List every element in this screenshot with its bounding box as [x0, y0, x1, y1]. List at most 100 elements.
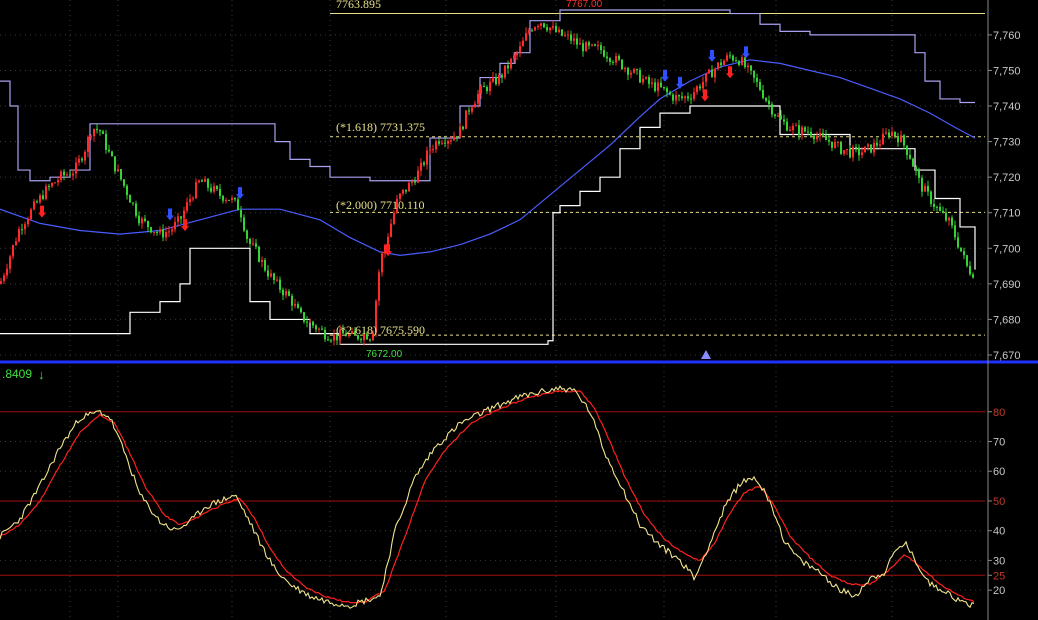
- candle-body: [945, 212, 947, 221]
- candle-body: [45, 186, 47, 200]
- candle-body: [858, 147, 860, 156]
- candle-body: [327, 339, 329, 341]
- candle-body: [771, 104, 773, 115]
- stoch-tick-label: 50: [993, 496, 1005, 508]
- candle-body: [96, 128, 98, 131]
- candle-body: [63, 171, 65, 176]
- candle-body: [147, 220, 149, 228]
- candle-body: [861, 152, 863, 156]
- price-tick-label: 7,720: [993, 172, 1021, 184]
- price-tick-label: 7,680: [993, 314, 1021, 326]
- candle-body: [957, 237, 959, 248]
- candle-body: [600, 45, 602, 51]
- candle-body: [942, 210, 944, 213]
- price-tick-label: 7,760: [993, 30, 1021, 42]
- candle-body: [78, 158, 80, 163]
- candle-body: [933, 203, 935, 207]
- candle-body: [303, 312, 305, 322]
- candle-body: [810, 131, 812, 136]
- candle-body: [387, 236, 389, 246]
- candle-body: [450, 140, 452, 142]
- candle-body: [870, 144, 872, 153]
- candle-body: [177, 216, 179, 222]
- candle-body: [81, 158, 83, 161]
- candle-body: [72, 173, 74, 176]
- candle-body: [48, 186, 50, 188]
- candle-body: [141, 218, 143, 224]
- candle-body: [447, 140, 449, 144]
- candle-body: [57, 180, 59, 183]
- candle-body: [204, 179, 206, 182]
- candle-body: [729, 55, 731, 57]
- candle-body: [546, 27, 548, 31]
- candle-body: [6, 268, 8, 276]
- candle-body: [672, 94, 674, 101]
- candle-body: [201, 180, 203, 182]
- candle-body: [33, 201, 35, 210]
- candle-body: [741, 57, 743, 65]
- candle-body: [414, 181, 416, 183]
- candle-body: [498, 74, 500, 85]
- candle-body: [789, 130, 791, 132]
- candle-body: [495, 77, 497, 85]
- candle-body: [663, 86, 665, 89]
- candle-body: [291, 295, 293, 306]
- candle-body: [555, 26, 557, 33]
- candle-body: [435, 141, 437, 150]
- candle-body: [579, 43, 581, 45]
- candle-body: [759, 81, 761, 90]
- candle-body: [648, 77, 650, 84]
- candle-body: [174, 221, 176, 230]
- candle-body: [474, 103, 476, 108]
- stoch-tick-label: 40: [993, 526, 1005, 538]
- candle-body: [885, 132, 887, 134]
- candle-body: [93, 128, 95, 137]
- candle-body: [480, 85, 482, 94]
- fib-label-2618: (*2.618) 7675.590: [336, 323, 425, 337]
- candle-body: [819, 133, 821, 137]
- candle-body: [852, 146, 854, 158]
- candle-body: [330, 340, 332, 342]
- candle-body: [69, 174, 71, 176]
- candle-body: [426, 150, 428, 165]
- candle-body: [552, 26, 554, 28]
- price-tick-label: 7,740: [993, 101, 1021, 113]
- candle-body: [855, 146, 857, 148]
- candle-body: [237, 199, 239, 211]
- price-tick-label: 7,710: [993, 208, 1021, 220]
- fib-label-2000: (*2.000) 7710.110: [336, 198, 425, 212]
- candle-body: [786, 121, 788, 131]
- candle-body: [720, 62, 722, 66]
- candle-body: [309, 321, 311, 323]
- candle-body: [276, 279, 278, 281]
- candle-body: [645, 77, 647, 79]
- candle-body: [651, 82, 653, 84]
- candle-body: [750, 65, 752, 71]
- candle-body: [900, 135, 902, 143]
- candle-body: [735, 60, 737, 62]
- candle-body: [609, 58, 611, 62]
- candle-body: [333, 334, 335, 341]
- candle-body: [642, 78, 644, 83]
- stoch-tick-label: 60: [993, 466, 1005, 478]
- candle-body: [243, 217, 245, 231]
- candle-body: [99, 130, 101, 132]
- candle-body: [705, 73, 707, 82]
- candle-body: [408, 182, 410, 192]
- candle-body: [516, 52, 518, 56]
- candle-body: [669, 92, 671, 95]
- candle-body: [264, 259, 266, 271]
- candle-body: [894, 131, 896, 137]
- candle-body: [219, 189, 221, 196]
- candle-body: [15, 241, 17, 246]
- candle-body: [525, 33, 527, 41]
- candle-body: [453, 136, 455, 141]
- candle-body: [798, 125, 800, 136]
- candle-body: [270, 273, 272, 277]
- candle-body: [195, 182, 197, 199]
- candle-body: [801, 127, 803, 136]
- candle-body: [594, 44, 596, 46]
- candle-body: [879, 144, 881, 146]
- candle-body: [207, 179, 209, 188]
- candle-body: [18, 229, 20, 242]
